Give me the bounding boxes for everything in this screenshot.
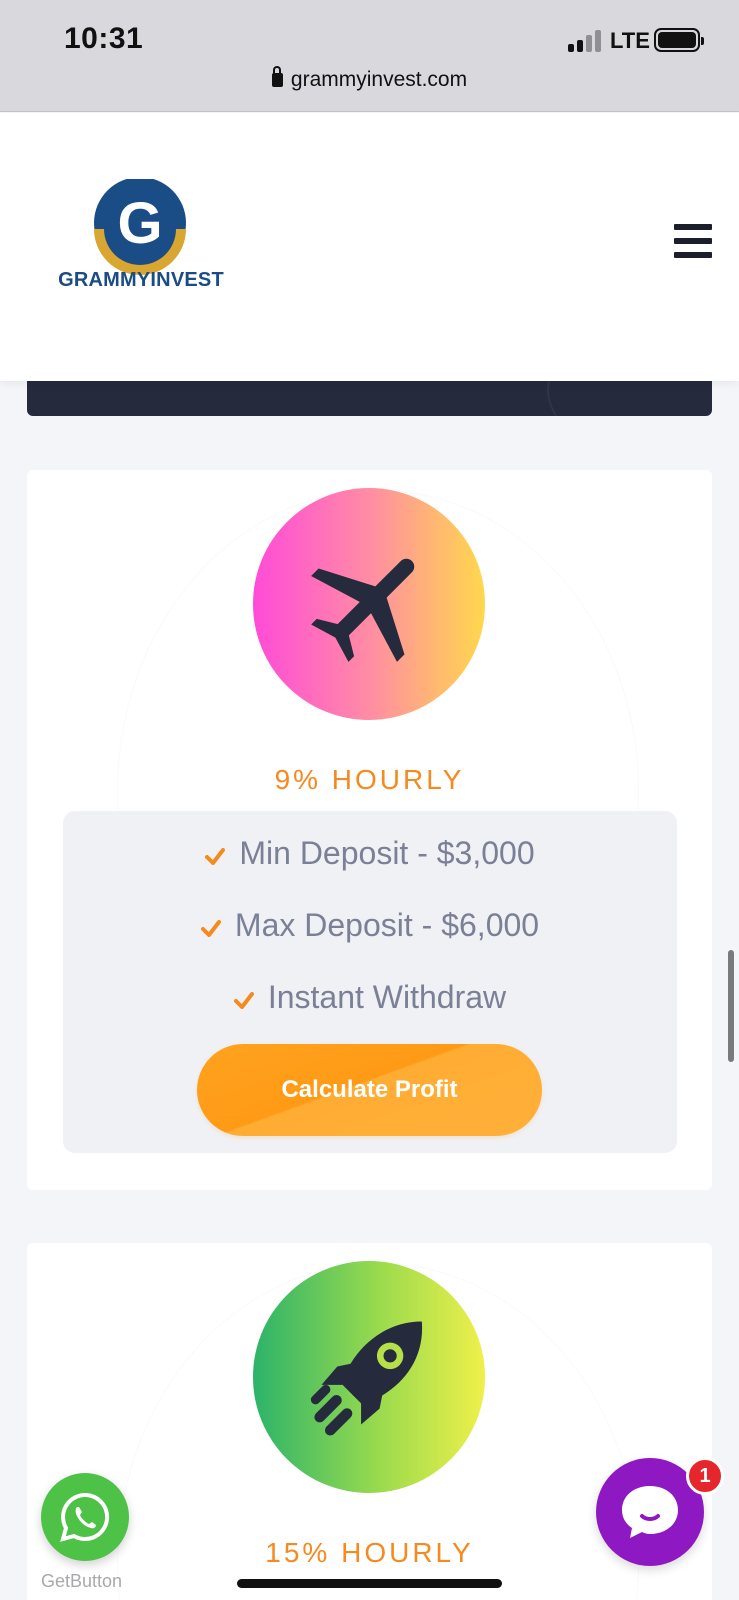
plan-rate: 9% HOURLY <box>274 764 465 795</box>
plan-card: 9% HOURLY Min Deposit - $3,000 Max Depos… <box>27 470 712 1190</box>
url-text: grammyinvest.com <box>290 68 468 91</box>
feature-item: Instant Withdraw <box>63 979 677 1016</box>
calculate-profit-button[interactable]: Calculate Profit <box>197 1044 542 1136</box>
home-indicator <box>237 1579 502 1588</box>
feature-item: Max Deposit - $6,000 <box>63 907 677 944</box>
signal-strength-icon <box>568 30 604 52</box>
battery-icon <box>654 28 704 52</box>
lock-icon <box>271 66 283 87</box>
logo-wordmark: GRAMMYINVEST <box>58 269 224 291</box>
check-icon <box>233 992 254 1009</box>
rocket-icon <box>310 1321 423 1436</box>
plan-icon-circle <box>253 488 485 720</box>
chat-notification-badge: 1 <box>686 1457 724 1495</box>
chat-bubble-icon <box>622 1486 678 1538</box>
feature-text: Instant Withdraw <box>267 979 507 1015</box>
feature-text: Max Deposit - $6,000 <box>234 907 540 943</box>
plan-features-box: Min Deposit - $3,000 Max Deposit - $6,00… <box>63 811 677 1153</box>
logo[interactable]: G GRAMMYINVEST <box>56 177 226 299</box>
whatsapp-icon <box>60 1492 110 1542</box>
feature-text: Min Deposit - $3,000 <box>239 835 535 871</box>
hamburger-menu-icon[interactable] <box>674 224 712 258</box>
site-header: G GRAMMYINVEST <box>0 113 739 381</box>
browser-status-bar: 10:31 LTE grammyinvest.com <box>0 0 739 112</box>
scrollbar-thumb[interactable] <box>728 950 734 1062</box>
svg-text:G: G <box>117 191 162 256</box>
network-type: LTE <box>610 28 650 53</box>
airplane-icon <box>311 558 415 662</box>
check-icon <box>205 848 226 865</box>
getbutton-label[interactable]: GetButton <box>41 1571 122 1592</box>
address-bar[interactable]: grammyinvest.com <box>0 66 739 98</box>
status-time: 10:31 <box>64 22 144 55</box>
check-icon <box>200 920 221 937</box>
whatsapp-button[interactable] <box>41 1473 129 1561</box>
feature-item: Min Deposit - $3,000 <box>63 835 677 872</box>
plan-icon-circle <box>253 1261 485 1493</box>
